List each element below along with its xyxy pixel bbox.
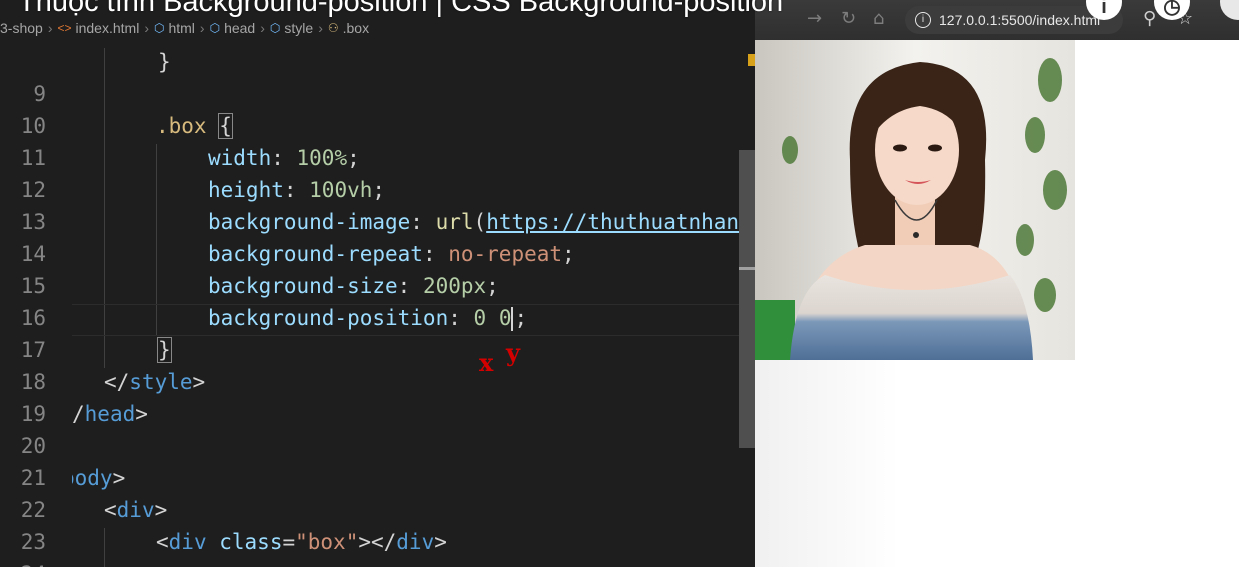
opening-brace: { <box>218 113 233 139</box>
css-value: 100% <box>296 146 348 170</box>
breadcrumb-head[interactable]: head <box>224 20 255 36</box>
html-tag: body <box>62 466 113 490</box>
annotation-x: x <box>479 348 494 377</box>
breadcrumb-selector[interactable]: .box <box>343 20 369 36</box>
element-icon: ⬡ <box>209 21 221 35</box>
html-tag: div <box>396 530 435 554</box>
code-line[interactable]: 22 body> <box>0 462 755 522</box>
css-value: no-repeat <box>448 242 563 266</box>
arrow-right-icon[interactable]: → <box>807 8 822 29</box>
attribute-value: "box" <box>295 530 359 554</box>
html-file-icon: <> <box>57 21 72 35</box>
chevron-right-icon: › <box>47 20 53 36</box>
zoom-icon[interactable]: ⚲ <box>1143 8 1156 29</box>
girl-photo-illustration <box>755 40 1075 360</box>
line-number: 24 <box>0 558 46 567</box>
editor-scrollbar[interactable] <box>739 150 755 448</box>
page-body <box>755 360 1239 567</box>
code-line[interactable]: 19 </style> <box>0 366 755 426</box>
code-line[interactable]: 24 <div class="box"></div> <box>0 526 755 567</box>
url-text[interactable]: 127.0.0.1:5500/index.html <box>939 12 1100 28</box>
css-property: background-repeat <box>208 242 423 266</box>
css-function: url <box>435 210 474 234</box>
breadcrumb-html[interactable]: html <box>168 20 194 36</box>
video-title: Thuộc tính Background-position | CSS Bac… <box>18 0 784 18</box>
css-value: 100vh <box>309 178 373 202</box>
element-icon: ⬡ <box>269 21 281 35</box>
code-line[interactable]: 17 background-position: 0 0; <box>0 302 755 362</box>
chevron-right-icon: › <box>144 20 149 36</box>
scroll-cursor-marker <box>739 267 755 270</box>
code-line[interactable]: 21 <box>0 430 755 490</box>
closing-brace: } <box>158 50 171 74</box>
chevron-right-icon: › <box>318 20 323 36</box>
element-icon: ⬡ <box>153 21 165 35</box>
code-line[interactable]: 15 background-repeat: no-repeat; <box>0 238 755 298</box>
code-line[interactable]: 9 } <box>0 46 755 106</box>
code-line[interactable]: 10 <box>0 78 755 138</box>
css-property: background-image <box>208 210 411 234</box>
code-line[interactable]: 11 .box { <box>0 110 755 170</box>
browser-preview[interactable]: → ↻ ⌂ i 127.0.0.1:5500/index.html ⚲ ☆ <box>755 0 1239 567</box>
image-url-link[interactable]: https://thuthuatnhanh <box>486 210 752 234</box>
css-property: height <box>208 178 284 202</box>
css-property: width <box>208 146 272 170</box>
scroll-warning-marker <box>748 54 755 66</box>
css-value: 200px <box>422 274 487 298</box>
html-tag: div <box>168 530 207 554</box>
breadcrumb: 3-shop › <> index.html › ⬡ html › ⬡ head… <box>0 16 755 40</box>
box-background-image <box>755 40 1075 360</box>
code-line[interactable]: 18 } <box>0 334 755 394</box>
reload-icon[interactable]: ↻ <box>841 8 856 29</box>
code-line[interactable]: 12 width: 100%; <box>0 142 755 202</box>
code-line[interactable]: 14 background-image: url(https://thuthua… <box>0 206 755 266</box>
breadcrumb-project[interactable]: 3-shop <box>0 20 43 36</box>
home-icon[interactable]: ⌂ <box>873 8 884 29</box>
annotation-y: y <box>506 338 520 367</box>
html-tag: head <box>84 402 136 426</box>
html-attribute: class <box>219 530 283 554</box>
code-editor[interactable]: 3-shop › <> index.html › ⬡ html › ⬡ head… <box>0 0 755 567</box>
css-property: background-position <box>208 306 449 330</box>
html-tag: div <box>116 498 155 522</box>
chevron-right-icon: › <box>260 20 265 36</box>
chevron-right-icon: › <box>199 20 205 36</box>
selector-icon: ⚇ <box>327 21 339 35</box>
breadcrumb-file[interactable]: index.html <box>76 20 140 36</box>
breadcrumb-style[interactable]: style <box>284 20 313 36</box>
code-line[interactable]: 23 <div> <box>0 494 755 554</box>
code-line[interactable]: 13 height: 100vh; <box>0 174 755 234</box>
code-line[interactable]: 16 background-size: 200px; <box>0 270 755 330</box>
html-tag: style <box>129 370 193 394</box>
css-selector: .box <box>156 114 207 138</box>
css-value-y: 0 <box>498 306 512 330</box>
site-info-icon[interactable]: i <box>915 12 931 28</box>
code-line[interactable]: 20 /head> <box>0 398 755 458</box>
css-value-x: 0 <box>473 306 487 330</box>
closing-brace: } <box>157 337 172 363</box>
css-property: background-size <box>208 274 398 298</box>
